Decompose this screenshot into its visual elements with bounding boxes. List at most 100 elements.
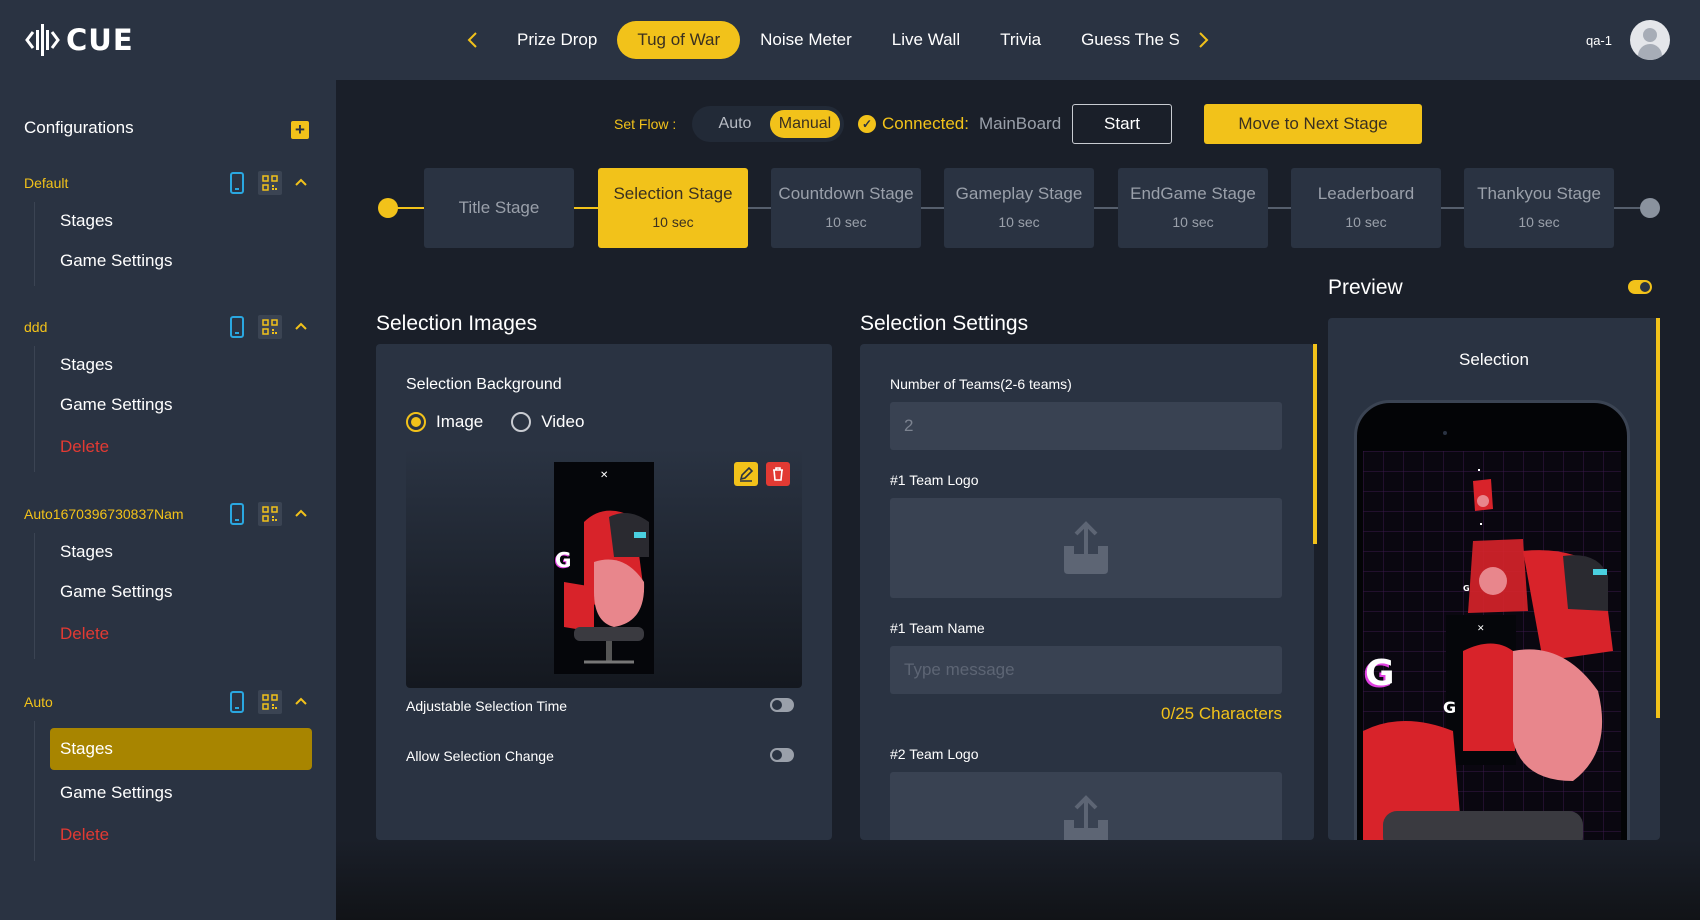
stage-leaderboard[interactable]: Leaderboard 10 sec (1291, 168, 1441, 248)
radio-video-label: Video (541, 412, 585, 431)
stage-time: 10 sec (998, 214, 1040, 230)
chevron-left-icon (467, 32, 477, 48)
svg-text:G: G (555, 548, 571, 572)
mobile-icon[interactable] (230, 691, 244, 713)
config-auto: Auto Stages Game Settings Delete (0, 687, 336, 861)
mobile-icon[interactable] (230, 503, 244, 525)
tab-noise-meter[interactable]: Noise Meter (740, 21, 872, 59)
sidebar-item-stages[interactable]: Stages (60, 542, 113, 562)
config-header[interactable]: ddd (0, 312, 336, 342)
stage-name: Leaderboard (1317, 184, 1415, 203)
sidebar: Configurations + Default Stages Game Set… (0, 80, 336, 920)
preview-scrollbar[interactable] (1656, 318, 1660, 718)
qr-code-icon[interactable] (258, 690, 282, 714)
team2-logo-upload[interactable] (890, 772, 1282, 840)
nav-next-button[interactable] (1194, 27, 1212, 53)
sidebar-item-game-settings[interactable]: Game Settings (60, 582, 172, 602)
chevron-up-icon[interactable] (293, 318, 309, 334)
footer-shade (336, 840, 1700, 920)
mobile-icon[interactable] (230, 172, 244, 194)
connection-status: ✓ Connected: MainBoard (858, 114, 1061, 134)
config-default: Default Stages Game Settings (0, 168, 336, 286)
qr-code-icon[interactable] (258, 171, 282, 195)
config-header[interactable]: Default (0, 168, 336, 198)
start-button[interactable]: Start (1072, 104, 1172, 144)
sidebar-item-stages[interactable]: Stages (60, 211, 113, 231)
char-count: 0/25 Characters (1161, 704, 1282, 723)
tab-tug-of-war[interactable]: Tug of War (617, 21, 741, 59)
qr-code-icon[interactable] (258, 502, 282, 526)
tab-guess-the-sc[interactable]: Guess The Sc (1061, 21, 1179, 59)
preview-title: Preview (1328, 276, 1403, 299)
stage-endgame[interactable]: EndGame Stage 10 sec (1118, 168, 1268, 248)
stage-name: Selection Stage (613, 184, 733, 203)
track-end-dot (1640, 198, 1660, 218)
team1-name-input[interactable]: Type message (890, 646, 1282, 694)
preview-screen: ✕ G G G G (1363, 451, 1621, 857)
flow-option-auto[interactable]: Auto (700, 110, 770, 138)
svg-text:✕: ✕ (600, 470, 608, 481)
svg-text:✕: ✕ (1477, 624, 1485, 634)
teams-input[interactable]: 2 (890, 402, 1282, 450)
adjustable-time-toggle[interactable] (770, 698, 794, 712)
team2-logo-label: #2 Team Logo (890, 746, 979, 762)
stage-time: 10 sec (1345, 214, 1387, 230)
tab-live-wall[interactable]: Live Wall (872, 21, 980, 59)
sidebar-item-delete[interactable]: Delete (60, 825, 109, 845)
stage-gameplay[interactable]: Gameplay Stage 10 sec (944, 168, 1094, 248)
logo-sound-icon (25, 24, 60, 56)
stage-selection[interactable]: Selection Stage 10 sec (598, 168, 748, 248)
tab-trivia[interactable]: Trivia (980, 21, 1061, 59)
mobile-icon[interactable] (230, 316, 244, 338)
top-header: CUE Prize Drop Tug of War Noise Meter Li… (0, 0, 1700, 80)
edit-image-button[interactable] (734, 462, 758, 486)
preview-screen-label: Selection (1459, 350, 1529, 369)
sidebar-item-delete[interactable]: Delete (60, 624, 109, 644)
chevron-up-icon[interactable] (293, 505, 309, 521)
user-menu[interactable]: qa-1 (1586, 20, 1670, 60)
config-name: Default (24, 175, 69, 191)
radio-image[interactable] (406, 412, 426, 432)
config-header[interactable]: Auto (0, 687, 336, 717)
flow-option-manual[interactable]: Manual (770, 110, 840, 138)
team1-logo-upload[interactable] (890, 498, 1282, 598)
svg-text:G: G (1365, 653, 1395, 694)
selection-settings-title: Selection Settings (860, 312, 1029, 335)
chevron-up-icon[interactable] (293, 174, 309, 190)
config-header[interactable]: Auto1670396730837Nam (0, 499, 336, 529)
svg-text:G: G (1443, 698, 1456, 717)
sidebar-item-stages-active[interactable]: Stages (50, 728, 312, 770)
tab-prize-drop[interactable]: Prize Drop (497, 21, 617, 59)
settings-scrollbar[interactable] (1313, 344, 1317, 544)
sidebar-item-delete[interactable]: Delete (60, 437, 109, 457)
stage-time: 10 sec (1172, 214, 1214, 230)
user-avatar-icon[interactable] (1630, 20, 1670, 60)
stage-time: 10 sec (652, 214, 694, 230)
stage-countdown[interactable]: Countdown Stage 10 sec (771, 168, 921, 248)
track-start-dot (378, 198, 398, 218)
move-next-stage-button[interactable]: Move to Next Stage (1204, 104, 1422, 144)
teams-label: Number of Teams(2-6 teams) (890, 376, 1072, 392)
plus-icon[interactable]: + (291, 121, 309, 139)
radio-video[interactable] (511, 412, 532, 432)
config-auto1670396730837nam: Auto1670396730837Nam Stages Game Setting… (0, 499, 336, 659)
delete-image-button[interactable] (766, 462, 790, 486)
sidebar-title: Configurations (24, 118, 134, 137)
stage-title[interactable]: Title Stage (424, 168, 574, 248)
nav-prev-button[interactable] (464, 27, 482, 53)
sidebar-item-game-settings[interactable]: Game Settings (60, 395, 172, 415)
sidebar-item-game-settings[interactable]: Game Settings (60, 251, 172, 271)
adjustable-time-row: Adjustable Selection Time (406, 698, 802, 714)
qr-code-icon[interactable] (258, 315, 282, 339)
preview-toggle[interactable] (1628, 280, 1652, 294)
config-name: Auto (24, 694, 53, 710)
brand-logo[interactable]: CUE (24, 20, 134, 60)
sidebar-item-game-settings[interactable]: Game Settings (60, 783, 172, 803)
sidebar-item-stages[interactable]: Stages (60, 355, 113, 375)
chevron-up-icon[interactable] (293, 693, 309, 709)
allow-change-toggle[interactable] (770, 748, 794, 762)
stage-thankyou[interactable]: Thankyou Stage 10 sec (1464, 168, 1614, 248)
allow-change-label: Allow Selection Change (406, 748, 554, 764)
selection-background-label: Selection Background (406, 376, 562, 393)
radio-image-label: Image (436, 412, 484, 431)
